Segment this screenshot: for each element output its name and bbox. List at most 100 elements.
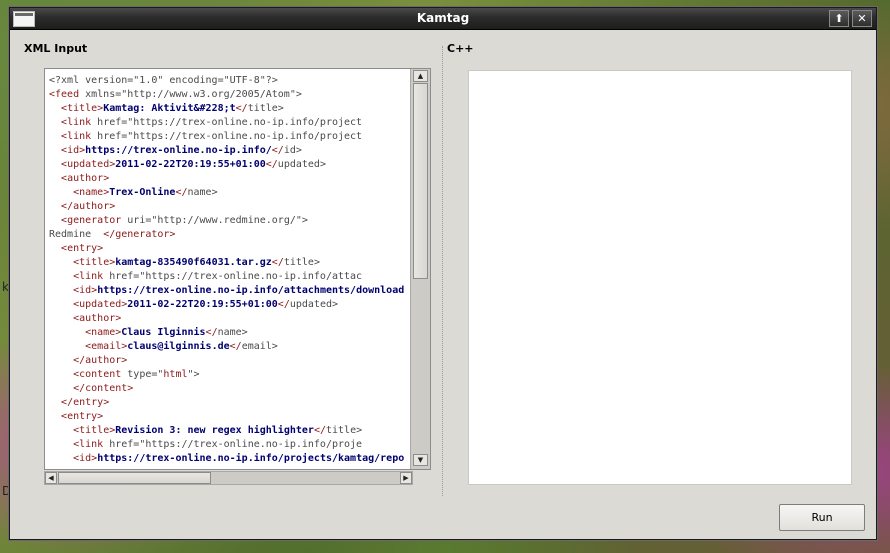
code-token: <name> bbox=[85, 327, 122, 338]
code-token: <entry> bbox=[61, 243, 104, 254]
code-token: title> bbox=[325, 425, 363, 436]
code-line: <id>https://trex-online.no-ip.info/</id> bbox=[49, 144, 410, 158]
vertical-scroll-thumb[interactable] bbox=[413, 83, 428, 279]
code-line: <?xml version="1.0" encoding="UTF-8"?> bbox=[49, 74, 410, 88]
code-line: <link href="https://trex-online.no-ip.in… bbox=[49, 270, 410, 284]
scroll-down-arrow-icon[interactable]: ▼ bbox=[413, 454, 428, 466]
code-token: href="https://trex-online.no-ip.info/pro… bbox=[97, 131, 363, 142]
code-token: 2011-02-22T20:19:55+01:00 bbox=[115, 159, 266, 170]
code-token: </author> bbox=[61, 201, 116, 212]
code-line: <name>Claus Ilginnis</name> bbox=[49, 326, 410, 340]
code-token: https://trex-online.no-ip.info/attachmen… bbox=[97, 285, 405, 296]
scroll-right-arrow-icon[interactable]: ▶ bbox=[400, 472, 412, 484]
code-line: <generator uri="http://www.redmine.org/"… bbox=[49, 214, 410, 228]
code-token: <email> bbox=[85, 341, 128, 352]
code-line: <updated>2011-02-22T20:19:55+01:00</upda… bbox=[49, 298, 410, 312]
xml-code-area[interactable]: <?xml version="1.0" encoding="UTF-8"?> <f… bbox=[45, 69, 410, 469]
xml-input-editor[interactable]: <?xml version="1.0" encoding="UTF-8"?> <f… bbox=[44, 68, 431, 470]
code-token: <link bbox=[61, 131, 98, 142]
scroll-up-arrow-icon[interactable]: ▲ bbox=[413, 70, 428, 82]
code-token: https://trex-online.no-ip.info/ bbox=[85, 145, 272, 156]
code-token: type=" bbox=[127, 369, 164, 380]
code-line: </author> bbox=[49, 354, 410, 368]
code-line: <entry> bbox=[49, 410, 410, 424]
close-button[interactable]: ✕ bbox=[852, 10, 872, 27]
code-token: <id> bbox=[61, 145, 86, 156]
cpp-output-area[interactable] bbox=[468, 70, 852, 485]
arrow-up-icon: ⬆ bbox=[834, 12, 844, 25]
code-token: uri="http://www.redmine.org/"> bbox=[127, 215, 308, 226]
code-token: updated> bbox=[277, 159, 326, 170]
code-line: <id>https://trex-online.no-ip.info/attac… bbox=[49, 284, 410, 298]
code-token: <author> bbox=[61, 173, 110, 184]
code-token: href="https://trex-online.no-ip.info/pro… bbox=[97, 117, 363, 128]
code-token: </ bbox=[313, 425, 326, 436]
code-token: <link bbox=[73, 439, 110, 450]
code-line: <feed xmlns="http://www.w3.org/2005/Atom… bbox=[49, 88, 410, 102]
horizontal-scrollbar[interactable]: ◀ ▶ bbox=[44, 471, 413, 485]
code-token: </entry> bbox=[61, 397, 110, 408]
code-token: <title> bbox=[61, 103, 104, 114]
code-token: <feed bbox=[49, 89, 86, 100]
code-line: <link href="https://trex-online.no-ip.in… bbox=[49, 438, 410, 452]
code-line: <title>Revision 3: new regex highlighter… bbox=[49, 424, 410, 438]
code-token: 2011-02-22T20:19:55+01:00 bbox=[127, 299, 278, 310]
kamtag-window: Kamtag ⬆ ✕ XML Input C++ <?xml version="… bbox=[9, 7, 877, 540]
code-token: href="https://trex-online.no-ip.info/pro… bbox=[109, 439, 363, 450]
code-token: <title> bbox=[73, 425, 116, 436]
titlebar[interactable]: Kamtag ⬆ ✕ bbox=[10, 8, 876, 30]
code-token: title> bbox=[283, 257, 320, 268]
window-title: Kamtag bbox=[416, 11, 470, 25]
scroll-left-arrow-icon[interactable]: ◀ bbox=[45, 472, 57, 484]
code-token: <updated> bbox=[61, 159, 116, 170]
code-token: title> bbox=[247, 103, 284, 114]
code-line: <email>claus@ilginnis.de</email> bbox=[49, 340, 410, 354]
code-token: <author> bbox=[73, 313, 122, 324]
code-token: Revision 3: new regex highlighter bbox=[115, 425, 314, 436]
code-token: "> bbox=[187, 369, 200, 380]
code-token: <updated> bbox=[73, 299, 128, 310]
code-line: <updated>2011-02-22T20:19:55+01:00</upda… bbox=[49, 158, 410, 172]
cpp-label: C++ bbox=[447, 42, 474, 55]
code-token: </ bbox=[229, 341, 242, 352]
code-token: https://trex-online.no-ip.info/projects/… bbox=[97, 453, 405, 464]
code-token: <content bbox=[73, 369, 128, 380]
code-token: Claus Ilginnis bbox=[121, 327, 206, 338]
code-line: <author> bbox=[49, 172, 410, 186]
code-line: Redmine </generator> bbox=[49, 228, 410, 242]
code-line: </entry> bbox=[49, 396, 410, 410]
vertical-scrollbar[interactable]: ▲ ▼ bbox=[410, 69, 430, 469]
code-line: <content type="html"> bbox=[49, 368, 410, 382]
code-token: <?xml version="1.0" encoding="UTF-8"?> bbox=[49, 75, 278, 86]
panel-splitter[interactable] bbox=[442, 46, 446, 496]
code-token: </ bbox=[271, 257, 284, 268]
horizontal-scroll-thumb[interactable] bbox=[58, 472, 211, 484]
run-button[interactable]: Run bbox=[779, 504, 865, 531]
code-line: <entry> bbox=[49, 242, 410, 256]
code-token: </author> bbox=[73, 355, 128, 366]
code-line: <link href="https://trex-online.no-ip.in… bbox=[49, 116, 410, 130]
code-token: </ bbox=[175, 187, 188, 198]
code-token: html bbox=[163, 369, 188, 380]
code-line: <link href="https://trex-online.no-ip.in… bbox=[49, 130, 410, 144]
code-token: Trex-Online bbox=[109, 187, 176, 198]
code-token: </ bbox=[277, 299, 290, 310]
xml-input-label: XML Input bbox=[24, 42, 88, 55]
maximize-button[interactable]: ⬆ bbox=[829, 10, 849, 27]
code-line: <title>Kamtag: Aktivit&#228;t</title> bbox=[49, 102, 410, 116]
code-token: </ bbox=[265, 159, 278, 170]
